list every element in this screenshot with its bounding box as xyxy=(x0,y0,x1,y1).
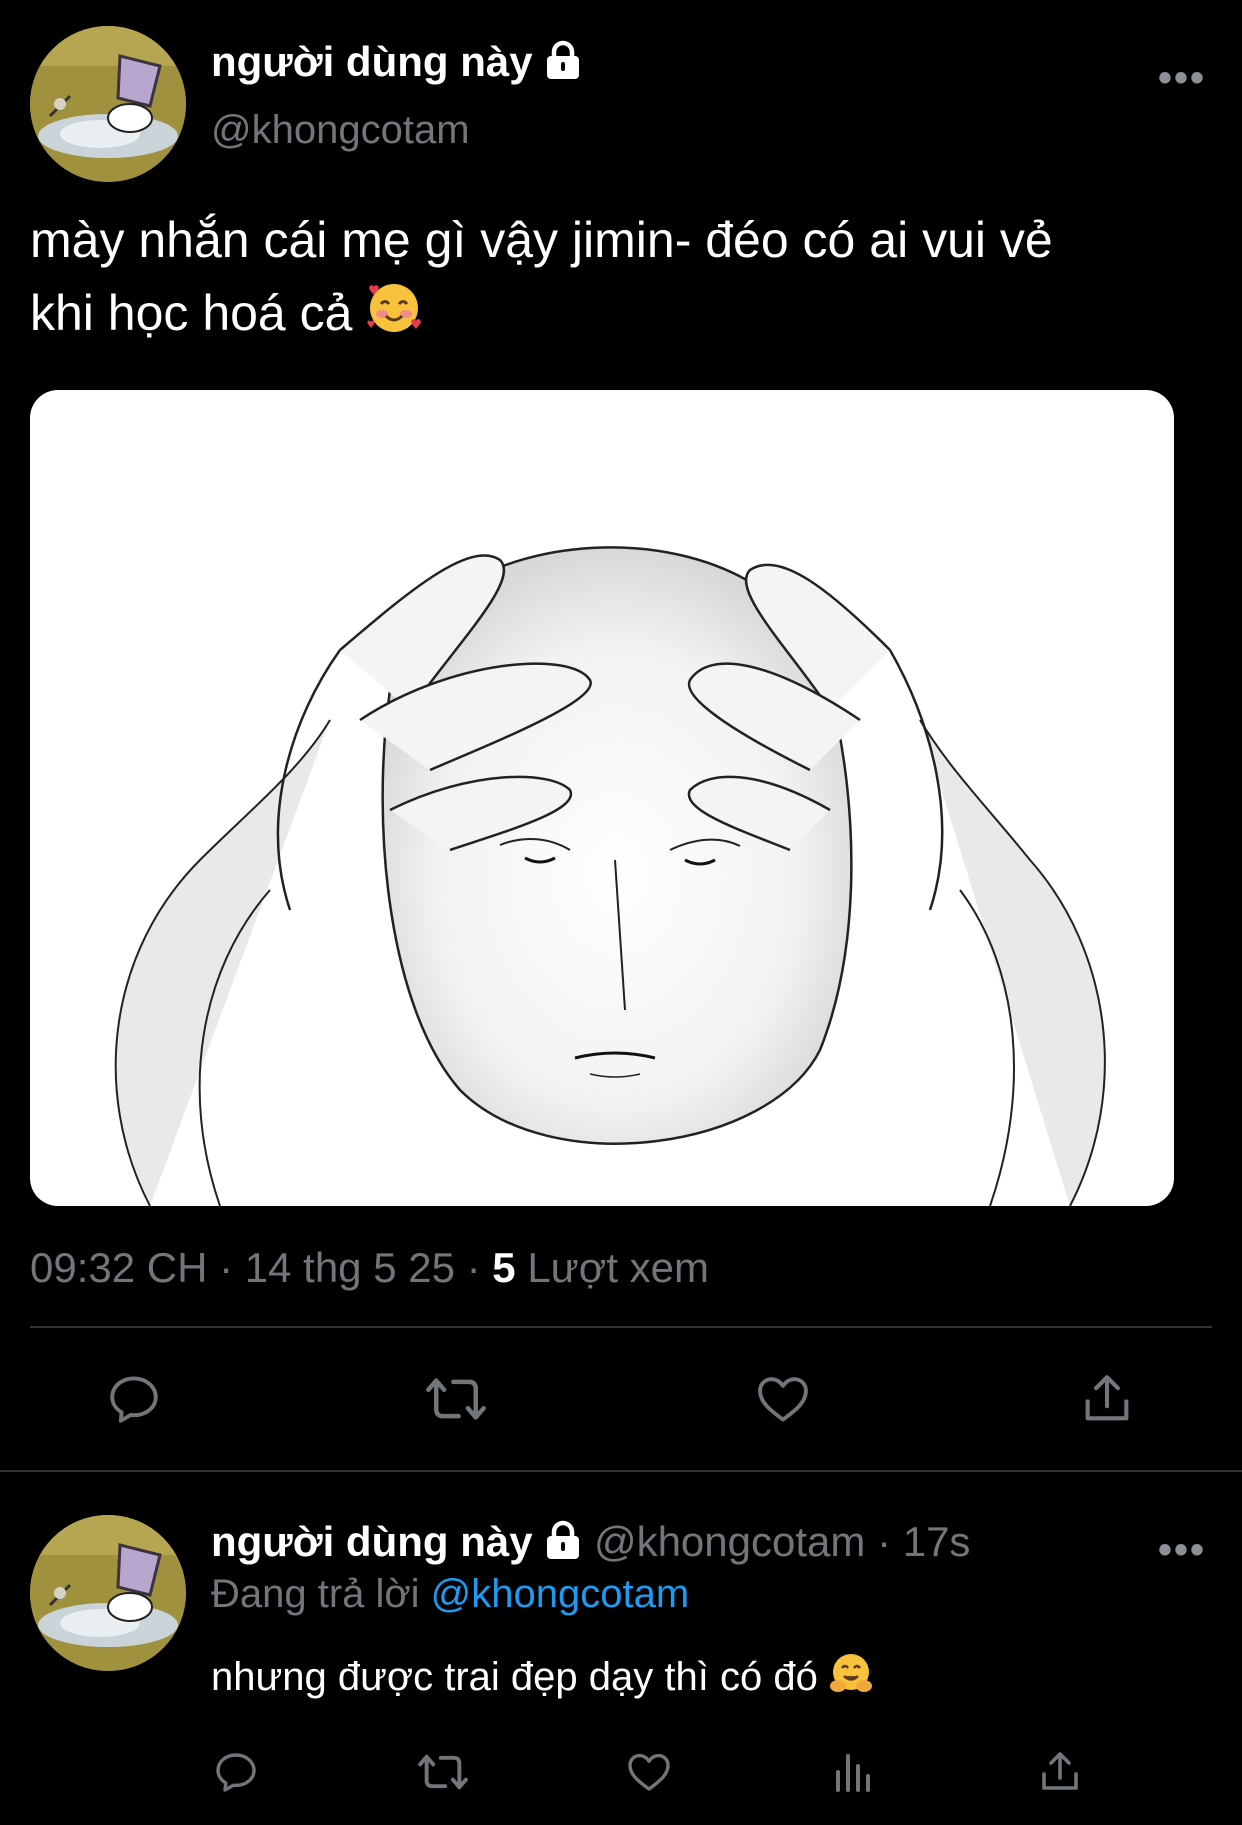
retweet-icon xyxy=(426,1378,486,1420)
tweet-date[interactable]: 14 thg 5 25 xyxy=(245,1244,455,1291)
more-icon: ••• xyxy=(1158,1528,1207,1572)
replying-to-mention[interactable]: @khongcotam xyxy=(431,1572,690,1616)
reply-author-name[interactable]: người dùng này xyxy=(211,1518,533,1565)
author-handle[interactable]: @khongcotam xyxy=(211,108,470,153)
author-name[interactable]: người dùng này xyxy=(211,38,533,85)
reply-author-handle[interactable]: @khongcotam xyxy=(594,1518,865,1565)
heart-icon xyxy=(628,1753,670,1791)
lock-icon xyxy=(544,1520,582,1570)
reply-reply-button[interactable] xyxy=(212,1748,260,1796)
share-button[interactable] xyxy=(1078,1370,1136,1428)
reply-like-button[interactable] xyxy=(625,1748,673,1796)
like-button[interactable] xyxy=(754,1370,812,1428)
views-count: 5 xyxy=(492,1244,516,1291)
reply-text: nhưng được trai đẹp dạy thì có đó xyxy=(211,1652,873,1706)
views-chart-icon xyxy=(836,1754,870,1792)
reply-share-button[interactable] xyxy=(1036,1748,1084,1796)
reply-header: người dùng này @khongcotam · 17s xyxy=(211,1518,970,1570)
meta-separator: · xyxy=(466,1244,493,1291)
reply-more-options-button[interactable]: ••• xyxy=(1158,1530,1206,1570)
replying-prefix: Đang trả lời xyxy=(211,1572,420,1616)
tweet-text: mày nhắn cái mẹ gì vậy jimin- đéo có ai … xyxy=(30,204,1230,356)
avatar-image xyxy=(30,1515,186,1671)
share-icon xyxy=(1085,1375,1129,1421)
reply-views-button[interactable] xyxy=(832,1748,876,1796)
lock-icon xyxy=(544,40,582,90)
author-name-row[interactable]: người dùng này xyxy=(211,38,582,90)
retweet-icon xyxy=(418,1754,468,1790)
reply-age[interactable]: 17s xyxy=(903,1518,971,1565)
replying-to: Đang trả lời @khongcotam xyxy=(211,1572,689,1617)
reply-icon xyxy=(216,1753,256,1792)
retweet-button[interactable] xyxy=(424,1370,488,1428)
tweet-media-image[interactable] xyxy=(30,390,1174,1206)
smiling-face-with-hearts-emoji xyxy=(366,280,422,356)
heart-icon xyxy=(758,1377,808,1422)
reply-retweet-button[interactable] xyxy=(416,1748,470,1796)
tweet-text-line-2: khi học hoá cả xyxy=(30,285,353,341)
avatar-image xyxy=(30,26,186,182)
section-divider xyxy=(0,1470,1242,1472)
reply-icon xyxy=(110,1376,158,1423)
reply-button[interactable] xyxy=(105,1370,163,1428)
reply-text-content: nhưng được trai đẹp dạy thì có đó xyxy=(211,1655,818,1699)
divider xyxy=(30,1326,1212,1328)
views-label: Lượt xem xyxy=(527,1244,710,1291)
tweet-text-line-1: mày nhắn cái mẹ gì vậy jimin- đéo có ai … xyxy=(30,212,1053,268)
tweet-meta: 09:32 CH · 14 thg 5 25 · 5 Lượt xem xyxy=(30,1244,709,1292)
meta-separator: · xyxy=(219,1244,245,1291)
drawing-illustration xyxy=(114,546,1106,1206)
more-options-button[interactable]: ••• xyxy=(1158,58,1206,98)
hugging-face-emoji xyxy=(829,1652,873,1706)
meta-separator: · xyxy=(877,1518,903,1565)
share-icon xyxy=(1042,1752,1078,1790)
tweet-time[interactable]: 09:32 CH xyxy=(30,1244,207,1291)
more-icon: ••• xyxy=(1158,56,1207,100)
reply-avatar[interactable] xyxy=(30,1515,186,1671)
avatar[interactable] xyxy=(30,26,186,182)
